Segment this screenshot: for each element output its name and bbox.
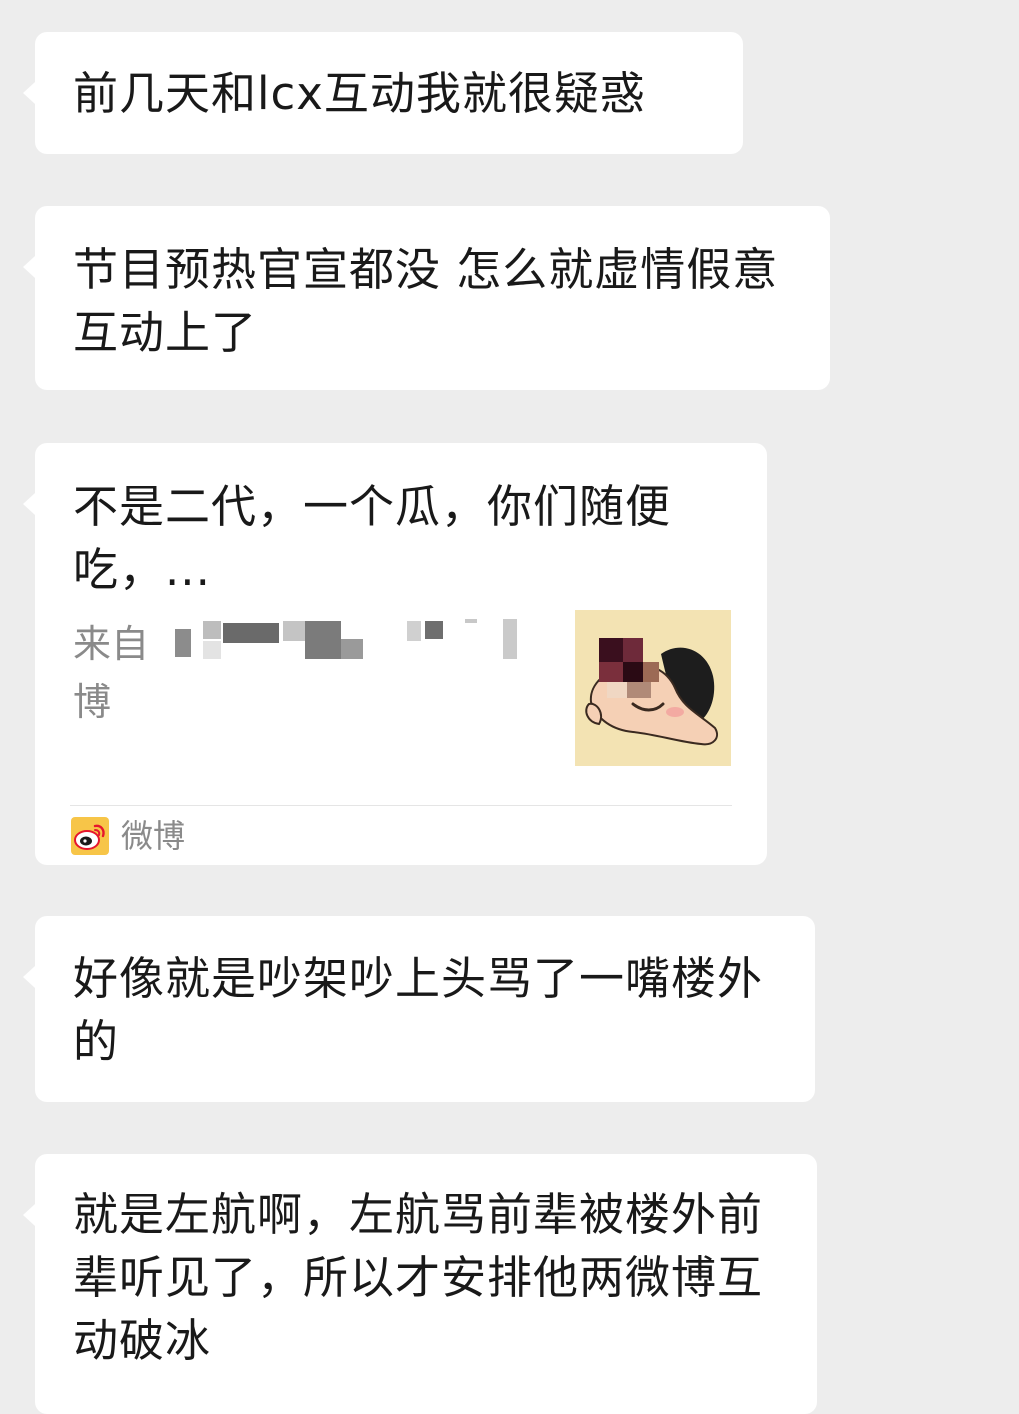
message-text: 节目预热官宣都没 怎么就虚情假意互动上了 bbox=[73, 243, 779, 359]
share-card-footer: 微博 bbox=[71, 815, 185, 857]
card-divider bbox=[70, 805, 732, 806]
share-card-app-name: 微博 bbox=[121, 817, 186, 855]
message-text: 前几天和lcx互动我就很疑惑 bbox=[73, 67, 646, 120]
message-bubble-4[interactable]: 好像就是吵架吵上头骂了一嘴楼外的 bbox=[23, 916, 815, 1102]
message-bubble-5[interactable]: 就是左航啊，左航骂前辈被楼外前辈听见了，所以才安排他两微博互动破冰 bbox=[23, 1154, 817, 1414]
share-card-bubble[interactable]: 不是二代，一个瓜，你们随便吃，... 来自 博 微博 bbox=[23, 443, 767, 865]
weibo-logo-icon bbox=[71, 817, 109, 855]
pixelated-redaction bbox=[175, 619, 517, 661]
share-card-source-line2: 博 bbox=[73, 680, 112, 724]
message-text: 就是左航啊，左航骂前辈被楼外前辈听见了，所以才安排他两微博互动破冰 bbox=[73, 1188, 764, 1367]
message-bubble-2[interactable]: 节目预热官宣都没 怎么就虚情假意互动上了 bbox=[23, 206, 830, 390]
share-card-title: 不是二代，一个瓜，你们随便吃，... bbox=[73, 480, 672, 596]
message-bubble-1[interactable]: 前几天和lcx互动我就很疑惑 bbox=[23, 32, 743, 154]
message-text: 好像就是吵架吵上头骂了一嘴楼外的 bbox=[73, 952, 764, 1068]
cartoon-face-image bbox=[575, 610, 731, 766]
cartoon-face-thumbnail bbox=[575, 610, 731, 766]
